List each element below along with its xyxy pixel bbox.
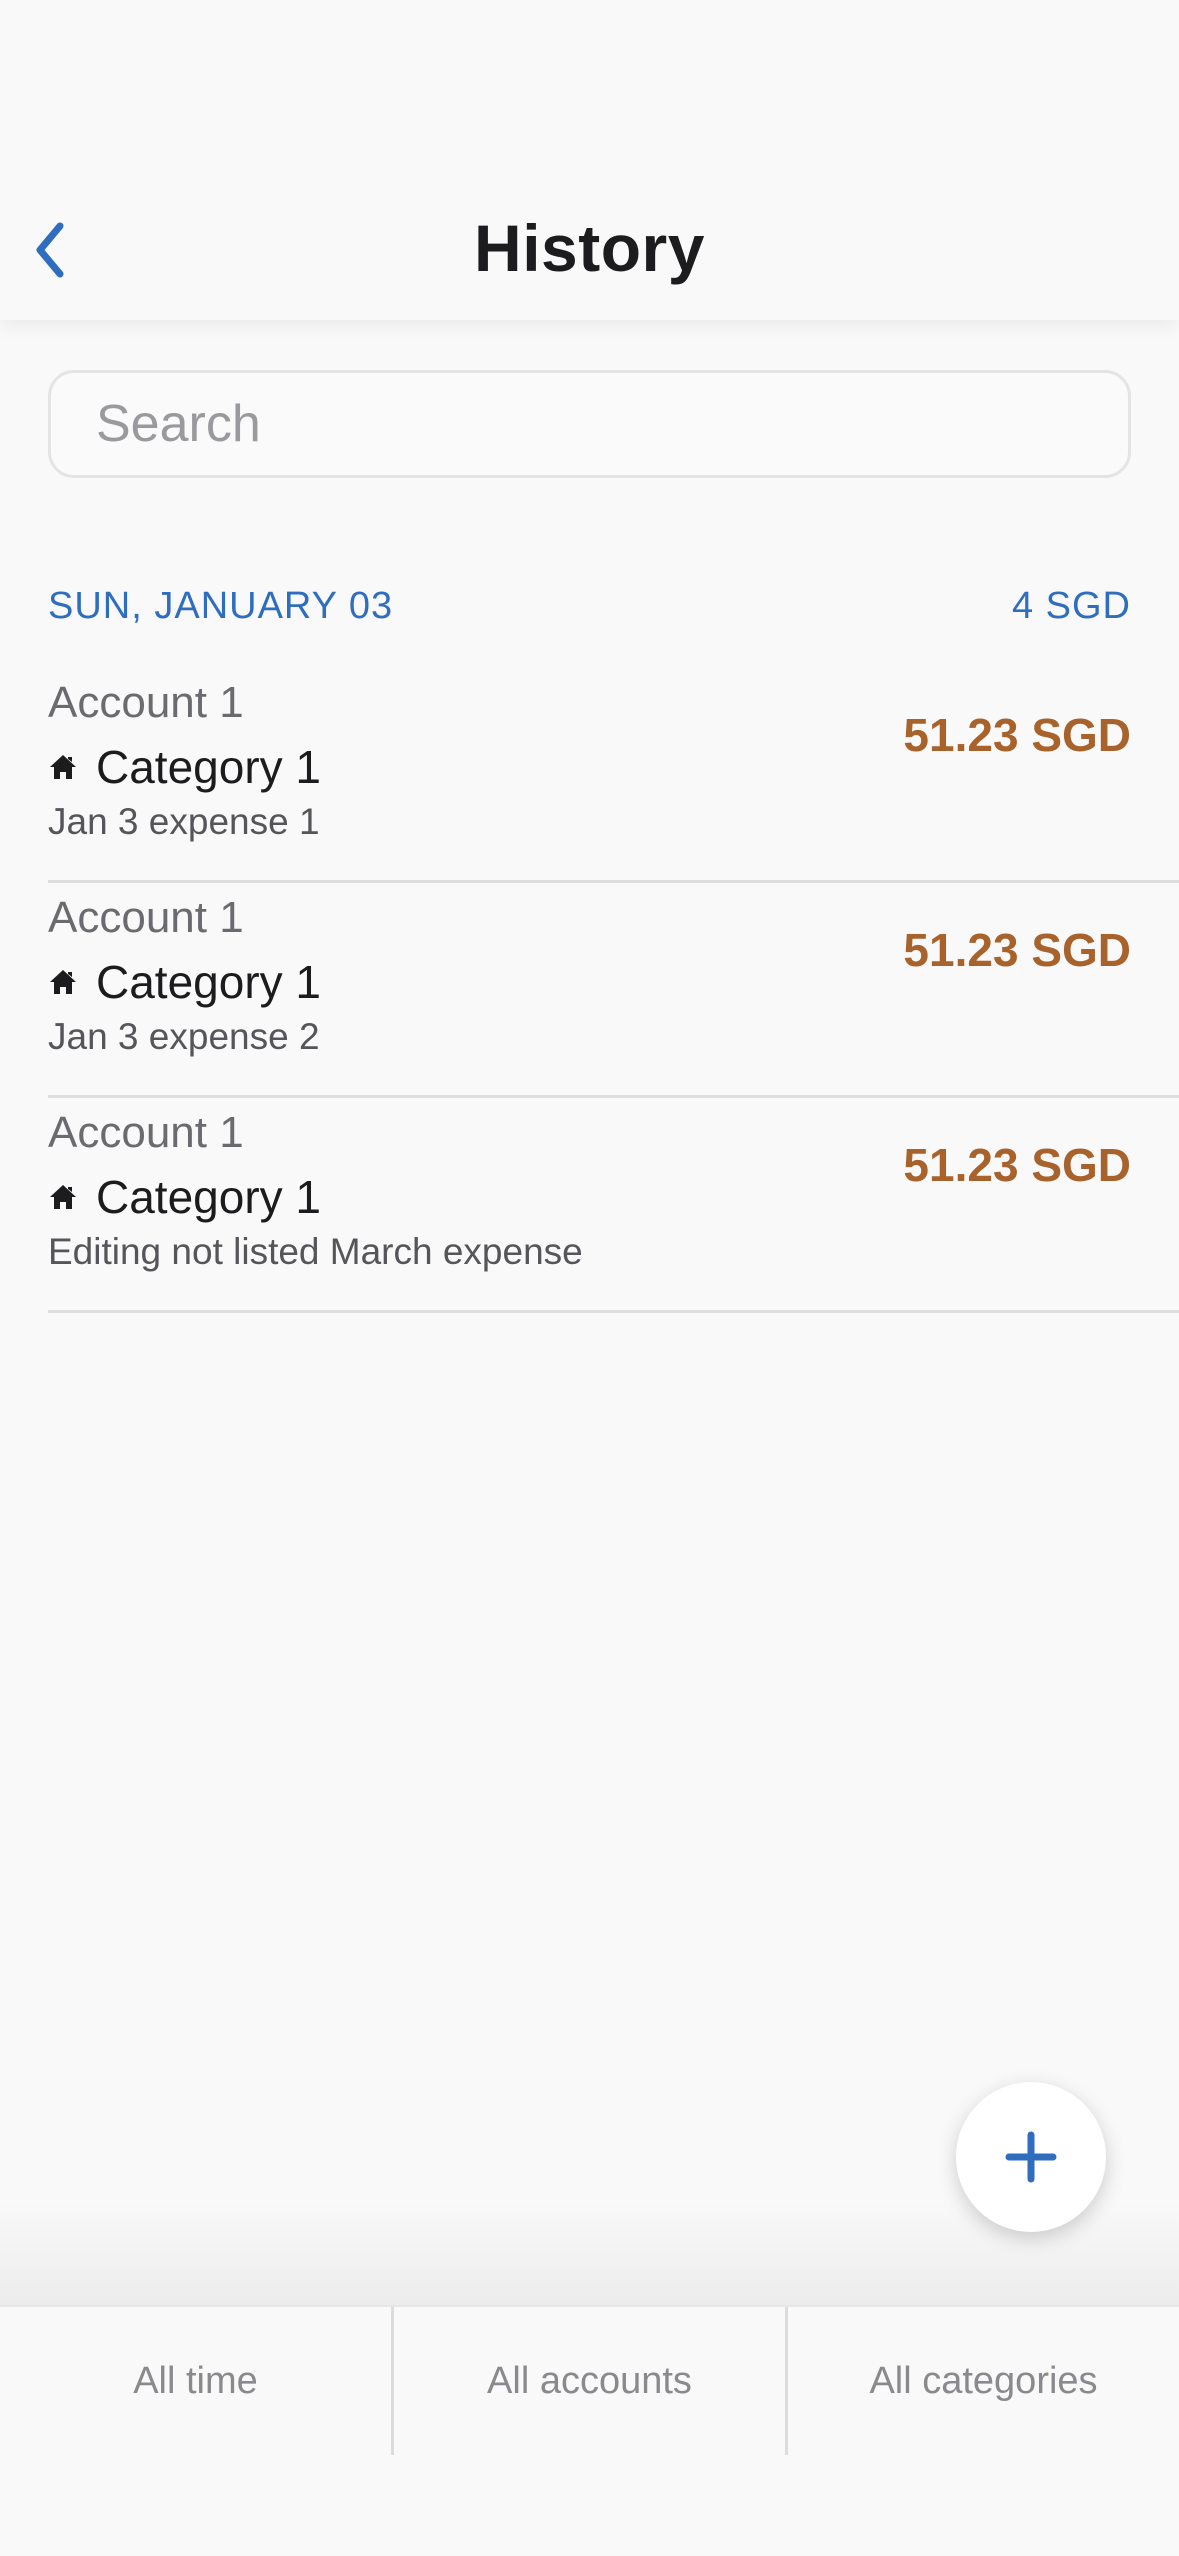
transaction-list: Account 1 Category 1 Jan 3 expense 1 51.…: [48, 668, 1179, 1313]
filter-time-button[interactable]: All time: [0, 2307, 391, 2455]
transaction-note: Editing not listed March expense: [48, 1231, 583, 1272]
filter-categories-button[interactable]: All categories: [785, 2307, 1179, 2455]
transaction-category-label: Category 1: [96, 1171, 322, 1223]
transaction-category-label: Category 1: [96, 741, 322, 793]
transaction-category: Category 1: [48, 955, 321, 1009]
transaction-account: Account 1: [48, 893, 244, 942]
filter-bar: All time All accounts All categories: [0, 2305, 1179, 2455]
transaction-row[interactable]: Account 1 Category 1 Jan 3 expense 2 51.…: [48, 883, 1179, 1098]
search-input[interactable]: [51, 373, 1128, 475]
transaction-amount: 51.23 SGD: [903, 1139, 1131, 1191]
home-indicator-area: [0, 2455, 1179, 2556]
home-icon: [50, 970, 76, 994]
transaction-account: Account 1: [48, 1108, 244, 1157]
transaction-note: Jan 3 expense 1: [48, 801, 320, 842]
search-box: [48, 370, 1131, 478]
history-screen: History SUN, JANUARY 03 4 SGD Account 1 …: [0, 0, 1179, 2556]
transaction-row[interactable]: Account 1 Category 1 Editing not listed …: [48, 1098, 1179, 1313]
transaction-row[interactable]: Account 1 Category 1 Jan 3 expense 1 51.…: [48, 668, 1179, 883]
add-transaction-button[interactable]: [956, 2082, 1106, 2232]
filter-accounts-button[interactable]: All accounts: [391, 2307, 785, 2455]
section-total: 4 SGD: [1011, 585, 1131, 627]
transaction-amount: 51.23 SGD: [903, 924, 1131, 976]
plus-icon: [1005, 2131, 1057, 2183]
transaction-account: Account 1: [48, 678, 244, 727]
home-icon: [50, 755, 76, 779]
page-title: History: [474, 211, 705, 285]
transaction-category: Category 1: [48, 740, 321, 794]
section-date: SUN, JANUARY 03: [48, 585, 394, 627]
transaction-category-label: Category 1: [96, 956, 322, 1008]
transaction-amount: 51.23 SGD: [903, 709, 1131, 761]
navigation-header: History: [0, 0, 1179, 320]
date-section-header: SUN, JANUARY 03 4 SGD: [48, 585, 1131, 628]
home-icon: [50, 1185, 76, 1209]
transaction-category: Category 1: [48, 1170, 321, 1224]
transaction-note: Jan 3 expense 2: [48, 1016, 320, 1057]
